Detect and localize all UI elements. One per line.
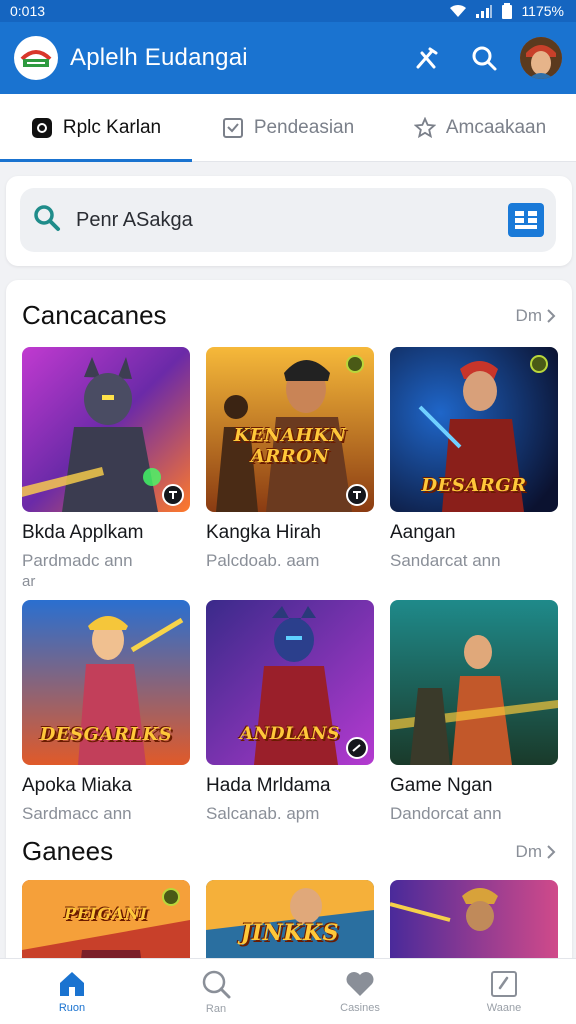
tab-label: Amcaakaan [445,116,547,138]
see-more-label: Dm [515,305,542,325]
status-bar: 0:013 1175% [0,0,576,22]
thumbnail-caption: KENAHKN ARRON [233,425,347,467]
game-thumbnail [390,600,558,765]
heart-icon [346,971,374,996]
search-text: Penr ASakga [76,208,193,231]
game-subtitle: Salcanab. apm [206,804,320,823]
thumbnail-caption: DESARGR [421,475,527,496]
battery-icon [501,3,513,19]
search-icon [32,203,62,238]
nav-label: Waane [486,1001,522,1014]
section-title: Cancacanes [22,300,167,330]
game-subtitle: Sandarcat ann [390,551,501,570]
app-root: 0:013 1175% Aplelh Eudangai Rplc Karlan … [0,0,576,1024]
app-logo [14,36,58,80]
platform-badge [346,484,368,506]
grid-view-icon [515,211,537,229]
section-header: Ganees Dm [22,836,556,867]
battery-level: 1175% [521,3,564,19]
platform-badge [346,737,368,759]
tab-bar: Rplc Karlan Pendeasian Amcaakaan [0,94,576,162]
game-title: Kangka Hirah [206,522,322,543]
see-more-link[interactable]: Dm [516,306,556,326]
game-subtitle: Sardmacc ann [22,804,132,823]
bottom-nav: Ruon Ran Casines Waane [0,958,576,1024]
game-card[interactable]: DESGARLKS Apoka Miaka Sardmacc ann [22,600,190,824]
thumbnail-caption: DESGARLKS [39,724,173,745]
game-card[interactable]: KENAHKN ARRON Kangka Hirah Palcdoab. aam [206,347,374,571]
game-card[interactable]: ANDLANS Hada Mrldama Salcanab. apm [206,600,374,824]
tab-amcaakaan[interactable]: Amcaakaan [384,94,576,161]
edit-icon [491,970,517,997]
tag-badge [162,888,180,906]
search-input[interactable]: Penr ASakga [20,188,556,252]
home-icon [60,971,84,996]
see-more-link[interactable]: Dm [516,842,556,862]
tab-label: Pendeasian [253,116,355,138]
filter-button[interactable] [404,36,448,80]
camera-icon [31,117,52,138]
checkbox-icon [222,117,243,138]
game-thumbnail [22,347,190,512]
nav-label: Casines [340,1001,380,1014]
game-title: Aangan [390,522,456,543]
avatar[interactable] [520,37,562,79]
signal-icon [475,4,493,18]
thumbnail-caption: PEIGANI [64,904,148,923]
game-title: Game Ngan [390,775,493,796]
search-icon [202,970,231,998]
see-more-label: Dm [515,841,542,861]
tab-pendeasian[interactable]: Pendeasian [192,94,384,161]
nav-label: Ruon [58,1001,86,1014]
star-icon [413,116,436,138]
app-bar: Aplelh Eudangai [0,22,576,94]
chevron-right-icon [547,844,556,859]
search-icon [472,46,497,71]
app-title: Aplelh Eudangai [70,44,248,71]
game-subtitle: Dandorcat ann [390,804,502,823]
game-title: Bkda Applkam [22,522,144,543]
section-title: Ganees [22,836,114,866]
game-thumbnail: KENAHKN ARRON [206,347,374,512]
game-subtitle: Palcdoab. aam [206,551,320,570]
tab-label: Rplc Karlan [62,116,162,138]
game-title: Apoka Miaka [22,775,132,796]
nav-item-favorites[interactable]: Casines [288,959,432,1024]
content-card: Cancacanes Dm Bkda Applkam Pardmadc ann … [6,280,572,1024]
section-header: Cancacanes Dm [22,300,556,331]
status-time: 0:013 [10,3,46,19]
wifi-icon [449,4,467,18]
tag-badge [346,355,364,373]
tools-icon [416,47,438,69]
game-thumbnail: DESARGR [390,347,558,512]
game-title: Hada Mrldama [206,775,331,796]
game-thumbnail: DESGARLKS [22,600,190,765]
game-card[interactable]: Bkda Applkam Pardmadc ann ar [22,347,190,590]
view-toggle-button[interactable] [508,203,544,237]
search-button[interactable] [462,36,506,80]
game-card[interactable]: DESARGR Aangan Sandarcat ann [390,347,558,571]
platform-badge [162,484,184,506]
nav-label: Ran [205,1002,227,1015]
thumbnail-caption: JINKKS [241,920,339,946]
game-card[interactable]: Game Ngan Dandorcat ann [390,600,558,824]
chevron-right-icon [547,308,556,323]
tag-badge [530,355,548,373]
nav-item-profile[interactable]: Waane [432,959,576,1024]
tab-rplc-karlan[interactable]: Rplc Karlan [0,94,192,162]
nav-item-home[interactable]: Ruon [0,959,144,1024]
search-card: Penr ASakga [6,176,572,266]
nav-item-search[interactable]: Ran [144,959,288,1024]
game-subtitle: Pardmadc ann [22,551,133,570]
status-indicators: 1175% [449,3,564,19]
game-extra: ar [22,573,36,590]
game-thumbnail: ANDLANS [206,600,374,765]
